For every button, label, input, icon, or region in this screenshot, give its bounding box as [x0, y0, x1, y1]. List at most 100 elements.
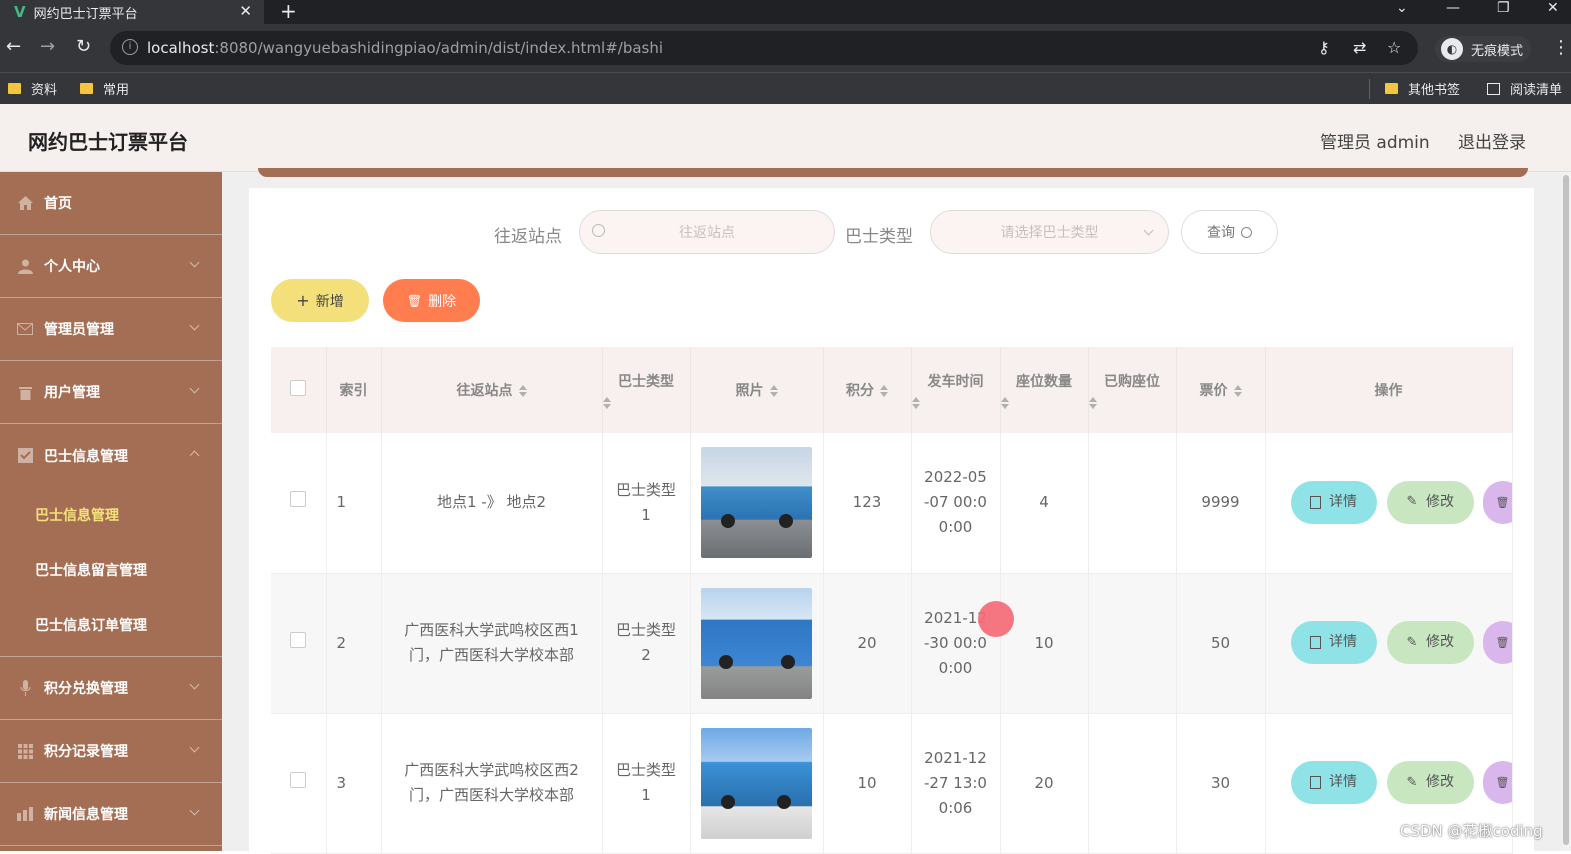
chevron-down-icon: [189, 320, 200, 331]
row-photo-cell: [690, 573, 824, 714]
sidebar-subitem-bus-comments[interactable]: 巴士信息留言管理: [0, 542, 222, 597]
document-icon: [1310, 636, 1321, 649]
bus-photo[interactable]: [701, 587, 812, 699]
search-icon: [1241, 226, 1252, 238]
user-icon: [17, 258, 33, 274]
sort-icon[interactable]: [1088, 397, 1176, 409]
reload-icon[interactable]: ↻: [76, 36, 91, 57]
translate-icon[interactable]: ⇄: [1353, 38, 1366, 57]
reading-list[interactable]: 阅读清单: [1487, 79, 1562, 98]
sort-icon[interactable]: [880, 385, 888, 397]
bookmark-folder[interactable]: 常用: [80, 79, 129, 98]
delete-button[interactable]: 🗑 删除: [383, 279, 480, 322]
header-photo[interactable]: 照片: [690, 347, 824, 433]
bus-photo[interactable]: [701, 727, 812, 839]
incognito-badge[interactable]: ◐ 无痕模式: [1435, 36, 1531, 62]
sidebar-item-home[interactable]: 首页: [0, 172, 222, 235]
sidebar: 首页 个人中心 管理员管理 用户管理 巴士信息管理 巴士信息管理 巴士信息留言管…: [0, 172, 222, 851]
detail-button[interactable]: 详情: [1290, 480, 1377, 524]
row-price: 30: [1176, 713, 1266, 854]
sort-icon[interactable]: [769, 385, 778, 397]
sort-icon[interactable]: [518, 385, 527, 397]
row-checkbox[interactable]: [290, 771, 307, 788]
bus-photo[interactable]: [701, 447, 812, 559]
window-close-icon[interactable]: ✕: [1547, 0, 1559, 16]
url-bar[interactable]: i localhost:8080/wangyuebashidingpiao/ad…: [110, 31, 1418, 65]
top-decoration: [258, 168, 1528, 177]
star-icon[interactable]: ☆: [1387, 38, 1401, 57]
edit-button[interactable]: ✎ 修改: [1386, 480, 1474, 524]
app-header: 网约巴士订票平台 管理员 admin 退出登录: [0, 104, 1571, 172]
header-seat-count[interactable]: 座位数量: [1000, 347, 1089, 433]
edit-button[interactable]: ✎ 修改: [1386, 761, 1474, 804]
query-button[interactable]: 查询: [1181, 210, 1278, 254]
other-bookmarks[interactable]: 其他书签: [1385, 79, 1460, 98]
row-bus-type: 巴士类型 1: [602, 713, 691, 854]
browser-menu-icon[interactable]: ⋮: [1552, 37, 1570, 58]
header-price[interactable]: 票价: [1176, 347, 1266, 433]
scrollbar-thumb[interactable]: [1563, 175, 1569, 845]
header-station[interactable]: 往返站点: [381, 347, 603, 433]
station-search-label: 往返站点: [494, 227, 562, 247]
sidebar-item-points-records[interactable]: 积分记录管理: [0, 720, 222, 783]
tab-search-icon[interactable]: ⌄: [1396, 0, 1408, 16]
url-text[interactable]: localhost:8080/wangyuebashidingpiao/admi…: [147, 39, 663, 57]
sidebar-item-bus-info[interactable]: 巴士信息管理: [0, 424, 222, 487]
site-info-icon[interactable]: i: [122, 39, 138, 55]
header-bus-type[interactable]: 巴士类型: [602, 347, 691, 433]
row-bought-seats: [1088, 713, 1177, 854]
edit-button[interactable]: ✎ 修改: [1386, 621, 1474, 664]
sort-icon[interactable]: [602, 397, 690, 409]
table-row: 1 地点1 -》 地点2 巴士类型 1 123 2022-05 -07 00:0 0:…: [271, 433, 1513, 574]
sidebar-item-user-management[interactable]: 用户管理: [0, 361, 222, 424]
table-row: 3 广西医科大学武鸣校区西2 门，广西医科大学校本部 巴士类型 1 10 2021-…: [271, 713, 1513, 854]
row-checkbox[interactable]: [290, 491, 307, 508]
trash-icon: 🗑: [406, 293, 423, 308]
home-icon: [17, 195, 33, 211]
key-icon[interactable]: ⚷: [1318, 38, 1330, 57]
tab-title: 网约巴士订票平台: [33, 6, 138, 22]
browser-tab[interactable]: V 网约巴士订票平台 ✕: [0, 0, 264, 24]
select-all-checkbox[interactable]: [290, 380, 307, 396]
station-search-input[interactable]: 往返站点: [579, 210, 835, 254]
sort-icon[interactable]: [1233, 385, 1242, 397]
row-delete-button[interactable]: 🗑: [1482, 761, 1511, 804]
header-points[interactable]: 积分: [823, 347, 912, 433]
logout-link[interactable]: 退出登录: [1458, 128, 1526, 153]
chevron-down-icon: [189, 805, 200, 816]
reading-list-icon: [1487, 82, 1500, 95]
sidebar-item-admin-management[interactable]: 管理员管理: [0, 298, 222, 361]
forward-icon[interactable]: →: [40, 36, 55, 57]
row-seat-count: 10: [1000, 573, 1089, 714]
add-button[interactable]: + 新增: [271, 279, 369, 322]
row-index: 2: [326, 573, 382, 714]
bookmark-separator: [1369, 79, 1370, 99]
bus-type-label: 巴士类型: [845, 227, 913, 247]
sidebar-item-personal-center[interactable]: 个人中心: [0, 235, 222, 298]
detail-button[interactable]: 详情: [1290, 761, 1377, 804]
sort-icon[interactable]: [1000, 397, 1088, 409]
bus-type-select[interactable]: 请选择巴士类型: [930, 210, 1169, 254]
sidebar-subitem-bus-orders[interactable]: 巴士信息订单管理: [0, 597, 222, 652]
header-departure-time[interactable]: 发车时间: [911, 347, 1001, 433]
sidebar-subitem-bus-info[interactable]: 巴士信息管理: [0, 487, 222, 542]
row-checkbox[interactable]: [290, 631, 307, 648]
detail-button[interactable]: 详情: [1290, 621, 1377, 664]
back-icon[interactable]: ←: [6, 36, 21, 57]
chevron-down-icon: [189, 257, 200, 268]
row-delete-button[interactable]: 🗑: [1482, 621, 1511, 664]
check-icon: [17, 448, 33, 464]
sidebar-item-points-exchange[interactable]: 积分兑换管理: [0, 657, 222, 720]
row-bought-seats: [1088, 573, 1177, 714]
bookmark-folder[interactable]: 资料: [8, 79, 57, 98]
restore-icon[interactable]: ❐: [1497, 0, 1510, 16]
row-actions: 详情 ✎ 修改 🗑: [1265, 433, 1513, 574]
new-tab-icon[interactable]: +: [280, 0, 297, 23]
header-bought-seats[interactable]: 已购座位: [1088, 347, 1177, 433]
tab-close-icon[interactable]: ✕: [239, 2, 252, 20]
sidebar-item-news[interactable]: 新闻信息管理: [0, 783, 222, 846]
sort-icon[interactable]: [911, 397, 1000, 409]
row-delete-button[interactable]: 🗑: [1482, 480, 1511, 524]
trash-icon: 🗑: [1495, 776, 1510, 789]
minimize-icon[interactable]: —: [1446, 0, 1460, 16]
